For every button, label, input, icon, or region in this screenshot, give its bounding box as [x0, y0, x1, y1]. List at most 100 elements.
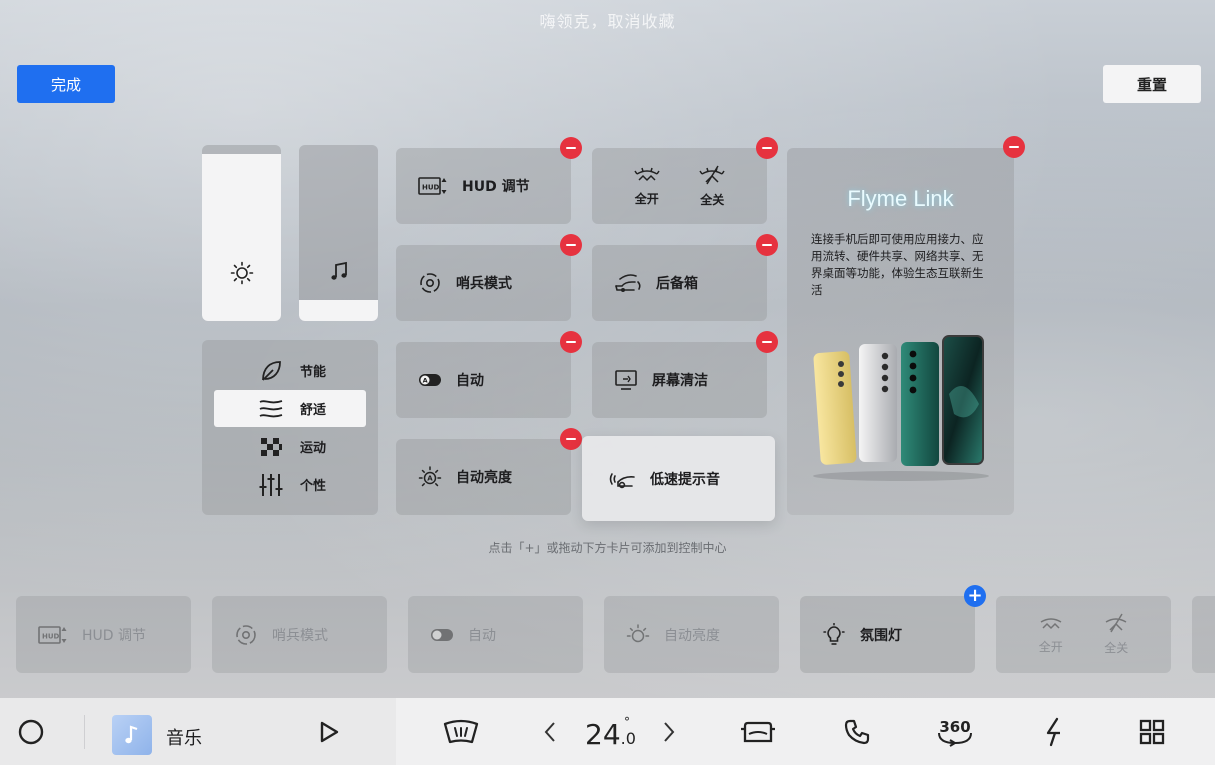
- reset-button[interactable]: 重置: [1103, 65, 1201, 103]
- trunk-tile[interactable]: 后备箱: [592, 245, 767, 321]
- tile-label: 自动亮度: [664, 627, 720, 644]
- volume-slider-fill: [299, 299, 378, 321]
- windows-close-button[interactable]: 全关: [699, 165, 725, 208]
- drive-mode-eco[interactable]: 节能: [214, 352, 366, 389]
- bottom-dock: 音乐 24.0 ° 360: [0, 698, 1215, 765]
- add-hint: 点击「+」或拖动下方卡片可添加到控制中心: [488, 541, 727, 555]
- camera-360-label: 360: [939, 718, 970, 736]
- auto-brightness-icon: [626, 623, 650, 642]
- drive-mode-custom[interactable]: 个性: [214, 466, 366, 503]
- home-circle-icon[interactable]: [14, 698, 48, 765]
- trunk-icon: [615, 274, 641, 292]
- remove-trunk-button[interactable]: [756, 234, 778, 256]
- waves-icon: [259, 399, 283, 417]
- tile-label: HUD 调节: [82, 627, 147, 644]
- low-speed-sound-tile[interactable]: 低速提示音: [582, 436, 775, 521]
- sentry-icon: [236, 624, 256, 645]
- phone-icon[interactable]: [840, 698, 874, 765]
- remove-auto-brightness-button[interactable]: [560, 428, 582, 450]
- defrost-icon[interactable]: [440, 698, 482, 765]
- music-label[interactable]: 音乐: [166, 724, 202, 750]
- tray-sentry-tile[interactable]: 哨兵模式: [212, 596, 387, 673]
- hud-adjust-tile[interactable]: HUD HUD 调节: [396, 148, 571, 224]
- drive-mode-label: 运动: [300, 441, 327, 456]
- sliders-icon: [259, 473, 283, 496]
- windows-open-button[interactable]: 全开: [634, 166, 660, 207]
- remove-screen-clean-button[interactable]: [756, 331, 778, 353]
- svg-text:HUD: HUD: [42, 632, 60, 640]
- flyme-link-card[interactable]: Flyme Link 连接手机后即可使用应用接力、应用流转、硬件共享、网络共享、…: [787, 148, 1014, 515]
- leaf-icon: [262, 360, 281, 381]
- brightness-slider[interactable]: [202, 145, 281, 321]
- hud-icon: HUD: [38, 625, 67, 644]
- tray-auto-tile[interactable]: 自动: [408, 596, 583, 673]
- music-album-art[interactable]: [112, 715, 152, 755]
- phones-image: [813, 335, 989, 481]
- ambient-light-icon: [823, 622, 845, 645]
- auto-toggle-icon: A: [419, 374, 441, 386]
- camera-360-icon[interactable]: 360: [934, 698, 976, 765]
- drive-mode-label: 节能: [300, 365, 327, 380]
- tile-label: HUD 调节: [462, 179, 530, 195]
- window-open-icon: [1040, 618, 1062, 630]
- drive-mode-sport[interactable]: 运动: [214, 428, 366, 465]
- drive-mode-label: 个性: [300, 479, 327, 494]
- window-open-icon: [634, 167, 660, 181]
- energy-icon[interactable]: [1040, 698, 1068, 765]
- remove-flyme-link-button[interactable]: [1003, 136, 1025, 158]
- svg-text:HUD: HUD: [422, 184, 440, 192]
- flyme-link-description: 连接手机后即可使用应用接力、应用流转、硬件共享、网络共享、无界桌面等功能，体验生…: [811, 232, 984, 297]
- checkered-flag-icon: [261, 437, 282, 456]
- tile-label: 自动亮度: [456, 470, 512, 486]
- tile-label: 屏幕清洁: [652, 373, 708, 389]
- temperature-dec: .0: [620, 729, 636, 748]
- tray-auto-brightness-tile[interactable]: 自动亮度: [604, 596, 779, 673]
- drive-mode-panel: 节能 舒适 运动 个性: [202, 340, 378, 515]
- remove-sentry-button[interactable]: [560, 234, 582, 256]
- tray-ambient-light-tile[interactable]: 氛围灯: [800, 596, 975, 673]
- tray-windows-open[interactable]: 全开: [1038, 614, 1064, 655]
- volume-slider[interactable]: [299, 145, 378, 321]
- flyme-link-title: Flyme Link: [847, 186, 954, 211]
- chevron-right-icon[interactable]: [657, 698, 681, 765]
- windows-open-label: 全开: [1038, 640, 1063, 654]
- windows-open-label: 全开: [634, 191, 659, 206]
- remove-windows-button[interactable]: [756, 137, 778, 159]
- temperature-int: 24: [585, 718, 621, 751]
- tray-hud-tile[interactable]: HUD HUD 调节: [16, 596, 191, 673]
- tray-next-tile-partial[interactable]: [1192, 596, 1215, 673]
- tray-windows-tile: 全开 全关: [996, 596, 1171, 673]
- car-icon[interactable]: [738, 698, 778, 765]
- remove-auto-button[interactable]: [560, 331, 582, 353]
- apps-grid-icon[interactable]: [1136, 698, 1168, 765]
- tile-label: 低速提示音: [650, 471, 720, 488]
- tray-windows-close[interactable]: 全关: [1103, 613, 1129, 656]
- svg-text:A: A: [427, 475, 433, 483]
- sun-icon: [230, 261, 254, 285]
- auto-brightness-tile[interactable]: A 自动亮度: [396, 439, 571, 515]
- sentry-mode-tile[interactable]: 哨兵模式: [396, 245, 571, 321]
- play-icon[interactable]: [312, 698, 346, 765]
- add-ambient-light-button[interactable]: +: [964, 585, 986, 607]
- tile-label: 哨兵模式: [456, 276, 512, 292]
- drive-mode-comfort[interactable]: 舒适: [214, 390, 366, 427]
- done-button[interactable]: 完成: [17, 65, 115, 103]
- brightness-slider-fill: [202, 153, 281, 321]
- drive-mode-label: 舒适: [300, 403, 327, 418]
- hud-icon: HUD: [418, 177, 447, 195]
- tile-label: 后备箱: [656, 276, 698, 292]
- dock-divider: [84, 715, 85, 749]
- window-close-icon: [1105, 613, 1127, 633]
- temperature-unit: °: [624, 715, 630, 729]
- sentry-icon: [420, 273, 440, 293]
- screen-clean-tile[interactable]: 屏幕清洁: [592, 342, 767, 418]
- auto-brightness-icon: A: [418, 466, 442, 487]
- tile-label: 自动: [468, 627, 496, 644]
- auto-toggle-icon: [431, 628, 453, 641]
- remove-hud-button[interactable]: [560, 137, 582, 159]
- windows-close-label: 全关: [700, 192, 725, 207]
- chevron-left-icon[interactable]: [538, 698, 562, 765]
- auto-tile[interactable]: A 自动: [396, 342, 571, 418]
- tile-label: 氛围灯: [860, 627, 902, 644]
- tile-label: 哨兵模式: [272, 627, 328, 644]
